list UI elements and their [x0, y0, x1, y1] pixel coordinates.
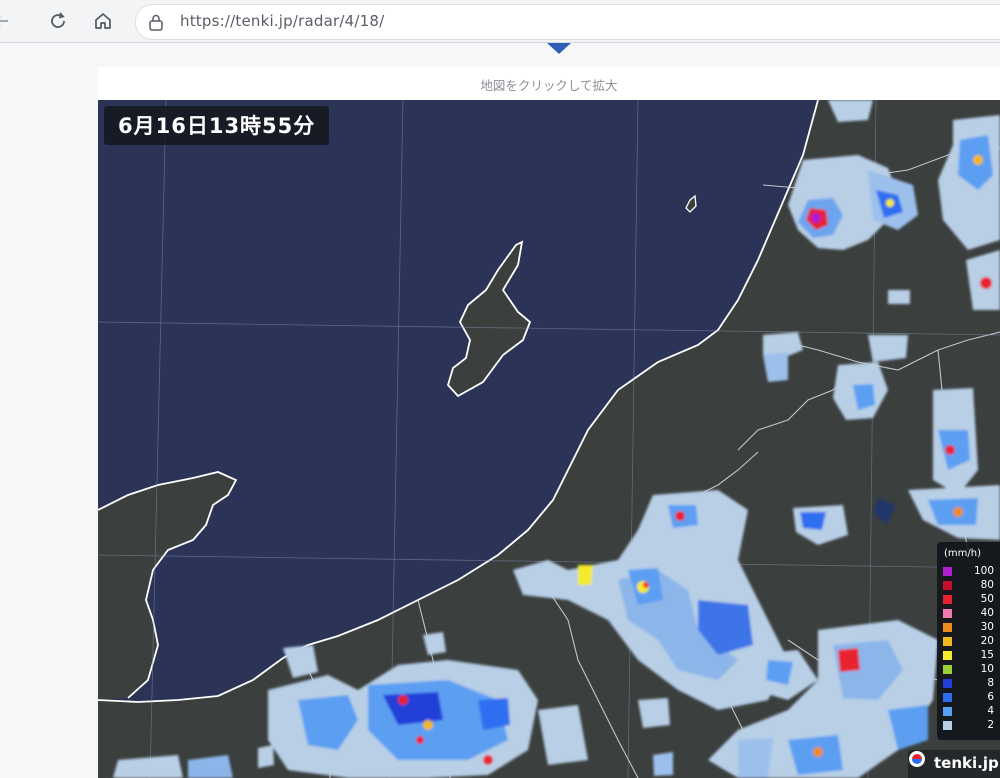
legend-label: 100 [973, 565, 994, 577]
legend-swatch [943, 665, 952, 674]
legend-swatch [943, 623, 952, 632]
tenki-logo-icon [909, 751, 925, 767]
brand-text: tenki.jp [934, 754, 999, 772]
legend-swatch [943, 679, 952, 688]
legend-item: 2 [943, 719, 999, 732]
tenki-brand: tenki.jp [908, 750, 1000, 778]
down-arrow-icon[interactable] [547, 43, 571, 54]
back-arrow-icon[interactable] [0, 8, 14, 34]
legend-title: (mm/h) [944, 548, 981, 559]
legend-label: 6 [987, 691, 994, 703]
legend-label: 10 [980, 663, 994, 675]
legend-item: 20 [943, 635, 999, 648]
legend-swatch [943, 637, 952, 646]
legend-item: 10 [943, 663, 999, 676]
legend-item: 8 [943, 677, 999, 690]
legend-label: 40 [980, 607, 994, 619]
legend-label: 15 [980, 649, 994, 661]
page-content: 地図をクリックして拡大 6月16日13時55分 (mm/h) 100 80 50… [0, 43, 1000, 778]
legend-item: 4 [943, 705, 999, 718]
reload-icon[interactable] [45, 8, 71, 34]
radar-map[interactable]: 6月16日13時55分 (mm/h) 100 80 50 40 30 20 15… [98, 100, 1000, 778]
legend-label: 8 [987, 677, 994, 689]
legend-label: 2 [987, 719, 994, 731]
legend-item: 100 [943, 565, 999, 578]
legend-item: 80 [943, 579, 999, 592]
legend-swatch [943, 609, 952, 618]
legend-swatch [943, 567, 952, 576]
lock-icon [149, 14, 163, 31]
legend-label: 30 [980, 621, 994, 633]
home-icon[interactable] [90, 8, 116, 34]
legend-item: 30 [943, 621, 999, 634]
legend-label: 20 [980, 635, 994, 647]
map-caption: 地図をクリックして拡大 [480, 78, 618, 93]
legend-swatch [943, 693, 952, 702]
legend-item: 40 [943, 607, 999, 620]
precipitation-legend: (mm/h) 100 80 50 40 30 20 15 10 8 6 4 2 [937, 542, 1000, 740]
radar-timestamp: 6月16日13時55分 [104, 106, 330, 145]
legend-item: 15 [943, 649, 999, 662]
legend-item: 6 [943, 691, 999, 704]
legend-swatch [943, 721, 952, 730]
legend-swatch [943, 707, 952, 716]
radar-map-svg [98, 100, 1000, 778]
browser-toolbar: https://tenki.jp/radar/4/18/ [0, 0, 1000, 43]
legend-swatch [943, 651, 952, 660]
legend-swatch [943, 581, 952, 590]
url-text: https://tenki.jp/radar/4/18/ [180, 12, 385, 30]
radar-card: 地図をクリックして拡大 6月16日13時55分 (mm/h) 100 80 50… [98, 67, 1000, 778]
legend-label: 80 [980, 579, 994, 591]
legend-label: 4 [987, 705, 994, 717]
legend-item: 50 [943, 593, 999, 606]
address-bar[interactable]: https://tenki.jp/radar/4/18/ [135, 4, 1000, 40]
legend-swatch [943, 595, 952, 604]
legend-label: 50 [980, 593, 994, 605]
